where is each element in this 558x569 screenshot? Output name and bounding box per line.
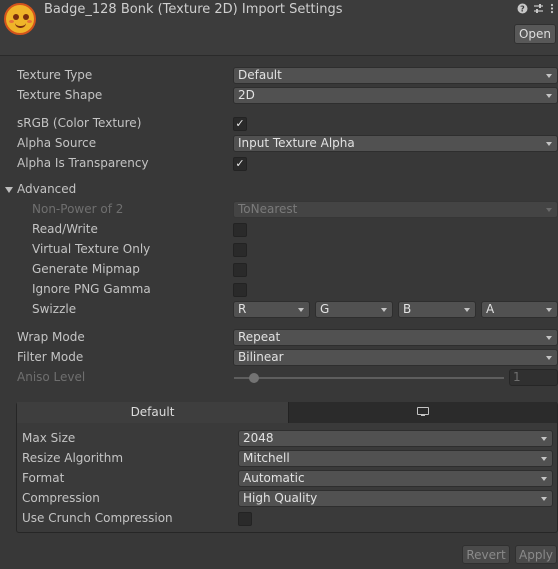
resize-algorithm-label: Resize Algorithm [22,451,124,465]
resize-algorithm-dropdown[interactable]: Mitchell [238,450,553,467]
aniso-level-field: 1 [509,369,558,386]
inspector-title: Badge_128 Bonk (Texture 2D) Import Setti… [44,2,343,17]
revert-button[interactable]: Revert [462,545,510,564]
alpha-transparency-label: Alpha Is Transparency [17,156,149,170]
filter-mode-label: Filter Mode [17,350,84,364]
virtual-texture-checkbox[interactable] [233,243,247,257]
svg-text:?: ? [520,5,525,14]
more-icon[interactable] [546,3,558,17]
thumbnail-cheek-left [9,20,14,23]
format-dropdown[interactable]: Automatic [238,470,553,487]
max-size-dropdown[interactable]: 2048 [238,430,553,447]
crunch-compression-checkbox[interactable] [238,512,252,526]
max-size-label: Max Size [22,431,76,445]
texture-shape-label: Texture Shape [17,88,103,102]
alpha-transparency-checkbox[interactable]: ✓ [233,157,247,171]
format-label: Format [22,471,65,485]
filter-mode-dropdown[interactable]: Bilinear [233,349,558,366]
swizzle-a-dropdown[interactable]: A [481,301,558,318]
alpha-source-dropdown[interactable]: Input Texture Alpha [233,135,558,152]
generate-mipmap-checkbox[interactable] [233,263,247,277]
help-icon[interactable]: ? [516,3,528,17]
alpha-source-label: Alpha Source [17,136,97,150]
advanced-foldout-icon[interactable] [5,186,13,194]
texture-shape-dropdown[interactable]: 2D [233,87,558,104]
thumbnail-mouth [15,23,26,28]
ignore-png-gamma-label: Ignore PNG Gamma [32,282,151,296]
srgb-checkbox[interactable]: ✓ [233,117,247,131]
wrap-mode-dropdown[interactable]: Repeat [233,329,558,346]
tab-standalone[interactable] [288,402,557,423]
read-write-checkbox[interactable] [233,223,247,237]
texture-type-label: Texture Type [17,68,93,82]
monitor-icon [417,407,429,416]
virtual-texture-label: Virtual Texture Only [32,242,151,256]
crunch-compression-label: Use Crunch Compression [22,511,173,525]
generate-mipmap-label: Generate Mipmap [32,262,140,276]
ignore-png-gamma-checkbox[interactable] [233,283,247,297]
open-button[interactable]: Open [514,24,556,44]
non-power-of-2-dropdown: ToNearest [233,201,558,218]
texture-thumbnail [4,3,36,35]
apply-button[interactable]: Apply [515,545,557,564]
swizzle-r-dropdown[interactable]: R [233,301,310,318]
aniso-level-slider-handle [249,373,259,383]
swizzle-b-dropdown[interactable]: B [398,301,476,318]
non-power-of-2-label: Non-Power of 2 [32,202,124,216]
wrap-mode-label: Wrap Mode [17,330,85,344]
compression-dropdown[interactable]: High Quality [238,490,553,507]
srgb-label: sRGB (Color Texture) [17,116,142,130]
aniso-level-label: Aniso Level [17,370,86,384]
texture-type-dropdown[interactable]: Default [233,67,558,84]
advanced-foldout-label[interactable]: Advanced [17,182,76,196]
read-write-label: Read/Write [32,222,98,236]
presets-icon[interactable] [532,3,544,17]
aniso-level-slider-track [234,377,504,379]
thumbnail-cheek-right [27,20,32,23]
thumbnail-eye-left [13,14,19,20]
tab-default[interactable]: Default [17,402,288,423]
swizzle-label: Swizzle [32,302,77,316]
compression-label: Compression [22,491,100,505]
swizzle-g-dropdown[interactable]: G [315,301,393,318]
